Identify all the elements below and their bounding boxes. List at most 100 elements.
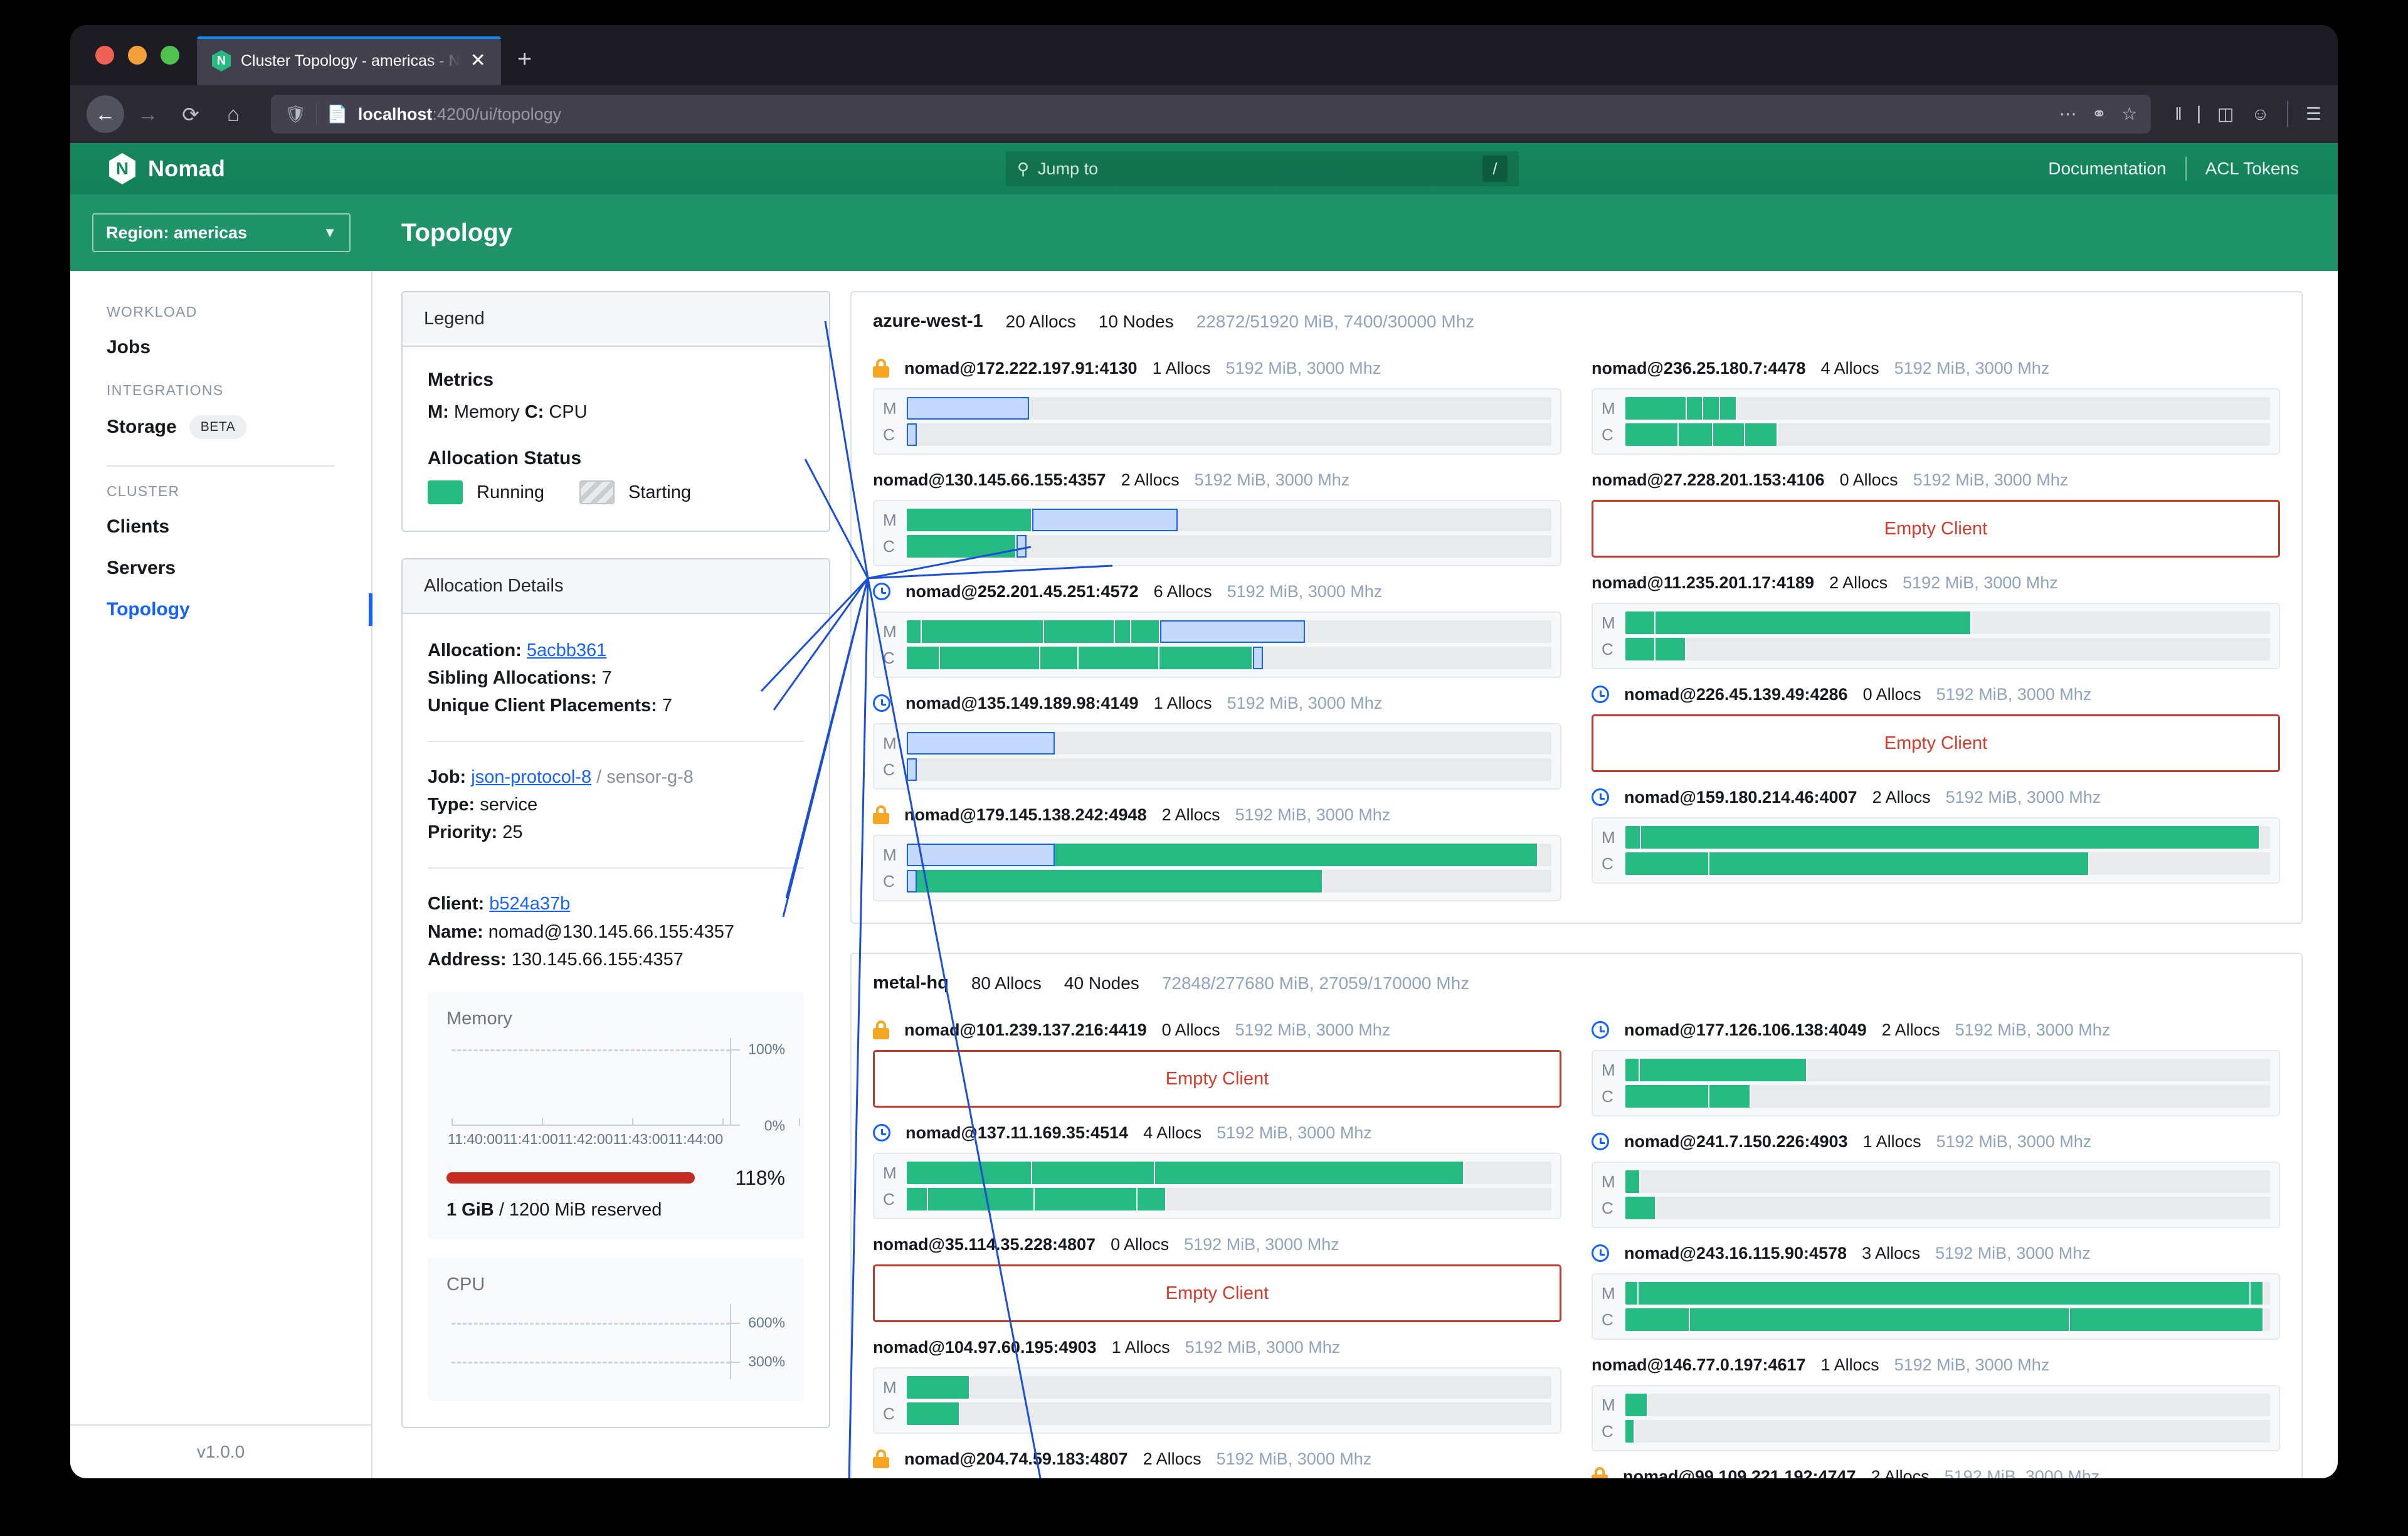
node-header[interactable]: nomad@11.235.201.17:4189 2 Allocs 5192 MiB… — [1592, 569, 2280, 596]
address-bar[interactable]: 🛡 📄 localhost:4200/ui/topology ⋯ ⚭ ☆ — [271, 95, 2152, 134]
node-header[interactable]: nomad@146.77.0.197:4617 1 Allocs 5192 MiB,… — [1592, 1351, 2280, 1379]
close-tab-icon[interactable]: ✕ — [470, 51, 486, 70]
client-link[interactable]: b524a37b — [489, 894, 570, 914]
node-allocation-box[interactable]: MC — [873, 388, 1561, 455]
allocation-segment[interactable] — [1055, 844, 1539, 866]
node-header[interactable]: nomad@226.45.139.49:4286 0 Allocs 5192 MiB… — [1592, 681, 2280, 708]
allocation-segment[interactable] — [1043, 620, 1116, 643]
browser-tab[interactable]: N Cluster Topology - americas - N ✕ — [197, 36, 501, 85]
node-allocation-box[interactable]: MC — [1592, 1385, 2280, 1451]
allocation-segment[interactable] — [2070, 1308, 2264, 1331]
node-header[interactable]: nomad@99.109.221.192:4747 2 Allocs 5192 Mi… — [1592, 1463, 2280, 1478]
forward-button[interactable]: → — [129, 95, 167, 133]
allocation-segment[interactable] — [2251, 1282, 2264, 1305]
node-allocation-box[interactable]: MC — [1592, 603, 2280, 669]
allocation-segment[interactable] — [1625, 826, 1641, 849]
node-allocation-box[interactable]: MC — [873, 612, 1561, 678]
allocation-segment[interactable] — [1625, 1420, 1635, 1443]
search-input[interactable]: ⚲ Jump to / — [1006, 151, 1519, 186]
allocation-segment[interactable] — [907, 620, 922, 643]
allocation-segment[interactable] — [1656, 638, 1686, 660]
allocation-segment[interactable] — [1159, 620, 1306, 643]
acl-tokens-link[interactable]: ACL Tokens — [2205, 159, 2299, 179]
sidebar-item-clients[interactable]: Clients — [70, 506, 371, 548]
close-window-button[interactable] — [95, 46, 114, 65]
allocation-segment[interactable] — [1625, 1059, 1640, 1081]
allocation-segment[interactable] — [907, 535, 1017, 558]
allocation-segment[interactable] — [907, 732, 1055, 755]
allocation-segment[interactable] — [907, 1402, 961, 1425]
allocation-segment[interactable] — [917, 870, 1324, 892]
node-header[interactable]: nomad@35.114.35.228:4807 0 Allocs 5192 MiB… — [873, 1231, 1561, 1258]
allocation-segment[interactable] — [1138, 1188, 1167, 1210]
node-header[interactable]: nomad@159.180.214.46:4007 2 Allocs 5192 Mi… — [1592, 783, 2280, 811]
node-header[interactable]: nomad@241.7.150.226:4903 1 Allocs 5192 MiB… — [1592, 1128, 2280, 1155]
hamburger-menu-icon[interactable]: ☰ — [2306, 105, 2321, 123]
back-button[interactable]: ← — [87, 95, 124, 133]
allocation-segment[interactable] — [907, 397, 1030, 420]
allocation-segment[interactable] — [1625, 1197, 1657, 1219]
node-header[interactable]: nomad@252.201.45.251:4572 6 Allocs 5192 Mi… — [873, 578, 1561, 605]
allocation-segment[interactable] — [907, 1188, 928, 1210]
empty-client-box[interactable]: Empty Client — [873, 1264, 1561, 1322]
sidebar-icon[interactable]: ◫ — [2217, 105, 2234, 123]
allocation-segment[interactable] — [1154, 1162, 1465, 1184]
node-header[interactable]: nomad@130.145.66.155:4357 2 Allocs 5192 Mi… — [873, 466, 1561, 494]
allocation-segment[interactable] — [1253, 647, 1264, 669]
node-allocation-box[interactable]: MC — [1592, 1050, 2280, 1116]
brand[interactable]: N Nomad — [109, 153, 225, 184]
allocation-segment[interactable] — [1625, 1282, 1639, 1305]
empty-client-box[interactable]: Empty Client — [1592, 500, 2280, 558]
allocation-segment[interactable] — [1703, 397, 1721, 420]
more-options-icon[interactable]: ⋯ — [2059, 105, 2077, 123]
allocation-segment[interactable] — [1159, 647, 1253, 669]
allocation-segment[interactable] — [1640, 826, 2260, 849]
allocation-segment[interactable] — [1131, 620, 1160, 643]
allocation-segment[interactable] — [1709, 852, 2090, 875]
node-header[interactable]: nomad@104.97.60.195:4903 1 Allocs 5192 MiB… — [873, 1333, 1561, 1361]
maximize-window-button[interactable] — [161, 46, 179, 65]
bookmark-star-icon[interactable]: ☆ — [2121, 105, 2137, 123]
node-allocation-box[interactable]: MC — [873, 723, 1561, 790]
node-allocation-box[interactable]: MC — [1592, 817, 2280, 884]
sidebar-item-topology[interactable]: Topology — [70, 589, 372, 630]
allocation-segment[interactable] — [907, 1376, 970, 1399]
allocation-segment[interactable] — [1709, 1085, 1751, 1108]
home-button[interactable]: ⌂ — [214, 95, 252, 133]
allocation-segment[interactable] — [1034, 1188, 1138, 1210]
node-allocation-box[interactable]: MC — [1592, 388, 2280, 455]
allocation-segment[interactable] — [907, 758, 917, 781]
node-allocation-box[interactable]: MC — [1592, 1162, 2280, 1228]
node-header[interactable]: nomad@27.228.201.153:4106 0 Allocs 5192 Mi… — [1592, 466, 2280, 494]
allocation-segment[interactable] — [1625, 638, 1656, 660]
node-allocation-box[interactable]: MC — [1592, 1273, 2280, 1340]
account-icon[interactable]: ☺ — [2251, 105, 2269, 123]
allocation-segment[interactable] — [1625, 1170, 1640, 1193]
library-icon[interactable]: ‖⎹ — [2175, 105, 2200, 123]
allocation-segment[interactable] — [1625, 397, 1687, 420]
job-link[interactable]: json-protocol-8 — [471, 767, 591, 787]
node-header[interactable]: nomad@236.25.180.7:4478 4 Allocs 5192 MiB,… — [1592, 354, 2280, 382]
documentation-link[interactable]: Documentation — [2048, 159, 2166, 179]
allocation-segment[interactable] — [927, 1188, 1035, 1210]
empty-client-box[interactable]: Empty Client — [1592, 714, 2280, 772]
node-header[interactable]: nomad@137.11.169.35:4514 4 Allocs 5192 MiB… — [873, 1119, 1561, 1147]
allocation-segment[interactable] — [1679, 423, 1713, 446]
allocation-segment[interactable] — [1638, 1282, 2251, 1305]
empty-client-box[interactable]: Empty Client — [873, 1050, 1561, 1108]
sidebar-item-servers[interactable]: Servers — [70, 548, 371, 589]
allocation-segment[interactable] — [907, 423, 917, 446]
allocation-segment[interactable] — [921, 620, 1044, 643]
allocation-segment[interactable] — [1656, 612, 1972, 634]
allocation-segment[interactable] — [1115, 620, 1131, 643]
sidebar-item-storage[interactable]: Storage BETA — [70, 405, 371, 449]
allocation-segment[interactable] — [1720, 397, 1737, 420]
allocation-segment[interactable] — [1689, 1308, 2071, 1331]
node-header[interactable]: nomad@243.16.115.90:4578 3 Allocs 5192 MiB… — [1592, 1239, 2280, 1267]
allocation-segment[interactable] — [940, 647, 1040, 669]
allocation-id-link[interactable]: 5acbb361 — [527, 640, 606, 660]
region-select[interactable]: Region: americas ▼ — [92, 213, 351, 252]
allocation-segment[interactable] — [1745, 423, 1778, 446]
allocation-segment[interactable] — [1686, 397, 1704, 420]
minimize-window-button[interactable] — [128, 46, 147, 65]
